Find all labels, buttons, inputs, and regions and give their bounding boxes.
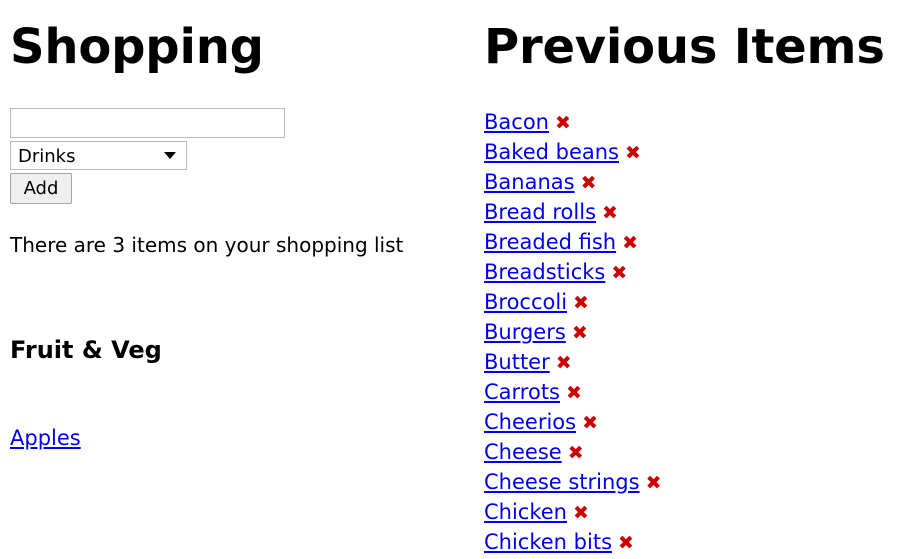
previous-item-link[interactable]: Broccoli <box>484 290 567 314</box>
previous-item-link[interactable]: Cheerios <box>484 410 576 434</box>
category-select[interactable]: Drinks <box>10 141 187 170</box>
remove-item-icon[interactable]: ✖ <box>646 472 662 494</box>
list-item: Bananas ✖ <box>484 168 913 198</box>
shopping-page: Shopping Drinks Add There are 3 items on… <box>0 0 913 559</box>
list-item: Cheese strings ✖ <box>484 468 913 498</box>
chevron-down-icon <box>163 142 177 169</box>
previous-item-link[interactable]: Breadsticks <box>484 260 605 284</box>
remove-item-icon[interactable]: ✖ <box>581 172 597 194</box>
category-select-value: Drinks <box>18 146 76 167</box>
list-item: Breaded fish ✖ <box>484 228 913 258</box>
previous-items-list: Bacon ✖ Baked beans ✖ Bananas ✖ Bread rolls ✖ Br… <box>484 108 913 559</box>
previous-item-link[interactable]: Bread rolls <box>484 200 596 224</box>
right-column: Previous Items Bacon ✖ Baked beans ✖ Bananas… <box>466 0 913 559</box>
item-name-input[interactable] <box>10 108 285 138</box>
remove-item-icon[interactable]: ✖ <box>611 262 627 284</box>
list-item: Chicken bits ✖ <box>484 528 913 558</box>
previous-item-link[interactable]: Breaded fish <box>484 230 616 254</box>
remove-item-icon[interactable]: ✖ <box>618 532 634 554</box>
left-column: Shopping Drinks Add There are 3 items on… <box>0 0 466 559</box>
list-item: Cheerios ✖ <box>484 408 913 438</box>
list-item: Breadsticks ✖ <box>484 258 913 288</box>
current-item-link[interactable]: Apples <box>10 426 81 450</box>
previous-item-link[interactable]: Butter <box>484 350 550 374</box>
remove-item-icon[interactable]: ✖ <box>602 202 618 224</box>
page-title: Shopping <box>10 19 264 75</box>
remove-item-icon[interactable]: ✖ <box>572 322 588 344</box>
previous-item-link[interactable]: Cheese <box>484 440 562 464</box>
list-item: Baked beans ✖ <box>484 138 913 168</box>
previous-item-link[interactable]: Bacon <box>484 110 549 134</box>
remove-item-icon[interactable]: ✖ <box>568 442 584 464</box>
add-button[interactable]: Add <box>10 173 72 204</box>
list-item: Burgers ✖ <box>484 318 913 348</box>
list-item: Bread rolls ✖ <box>484 198 913 228</box>
list-item: Cheese ✖ <box>484 438 913 468</box>
remove-item-icon[interactable]: ✖ <box>556 352 572 374</box>
previous-item-link[interactable]: Chicken bits <box>484 530 612 554</box>
list-item: Broccoli ✖ <box>484 288 913 318</box>
item-count-text: There are 3 items on your shopping list <box>10 233 404 257</box>
previous-item-link[interactable]: Chicken <box>484 500 567 524</box>
list-item: Chicken ✖ <box>484 498 913 528</box>
previous-item-link[interactable]: Burgers <box>484 320 566 344</box>
remove-item-icon[interactable]: ✖ <box>622 232 638 254</box>
remove-item-icon[interactable]: ✖ <box>566 382 582 404</box>
add-item-form: Drinks Add <box>10 108 466 204</box>
list-item: Apples <box>10 424 466 453</box>
previous-item-link[interactable]: Baked beans <box>484 140 619 164</box>
previous-item-link[interactable]: Bananas <box>484 170 575 194</box>
remove-item-icon[interactable]: ✖ <box>582 412 598 434</box>
current-items-list: Apples <box>10 424 466 453</box>
remove-item-icon[interactable]: ✖ <box>573 292 589 314</box>
remove-item-icon[interactable]: ✖ <box>625 142 641 164</box>
previous-item-link[interactable]: Carrots <box>484 380 560 404</box>
previous-items-title: Previous Items <box>484 19 885 75</box>
list-item: Bacon ✖ <box>484 108 913 138</box>
previous-item-link[interactable]: Cheese strings <box>484 470 640 494</box>
remove-item-icon[interactable]: ✖ <box>555 112 571 134</box>
remove-item-icon[interactable]: ✖ <box>573 502 589 524</box>
category-heading: Fruit & Veg <box>10 336 162 364</box>
list-item: Butter ✖ <box>484 348 913 378</box>
list-item: Carrots ✖ <box>484 378 913 408</box>
